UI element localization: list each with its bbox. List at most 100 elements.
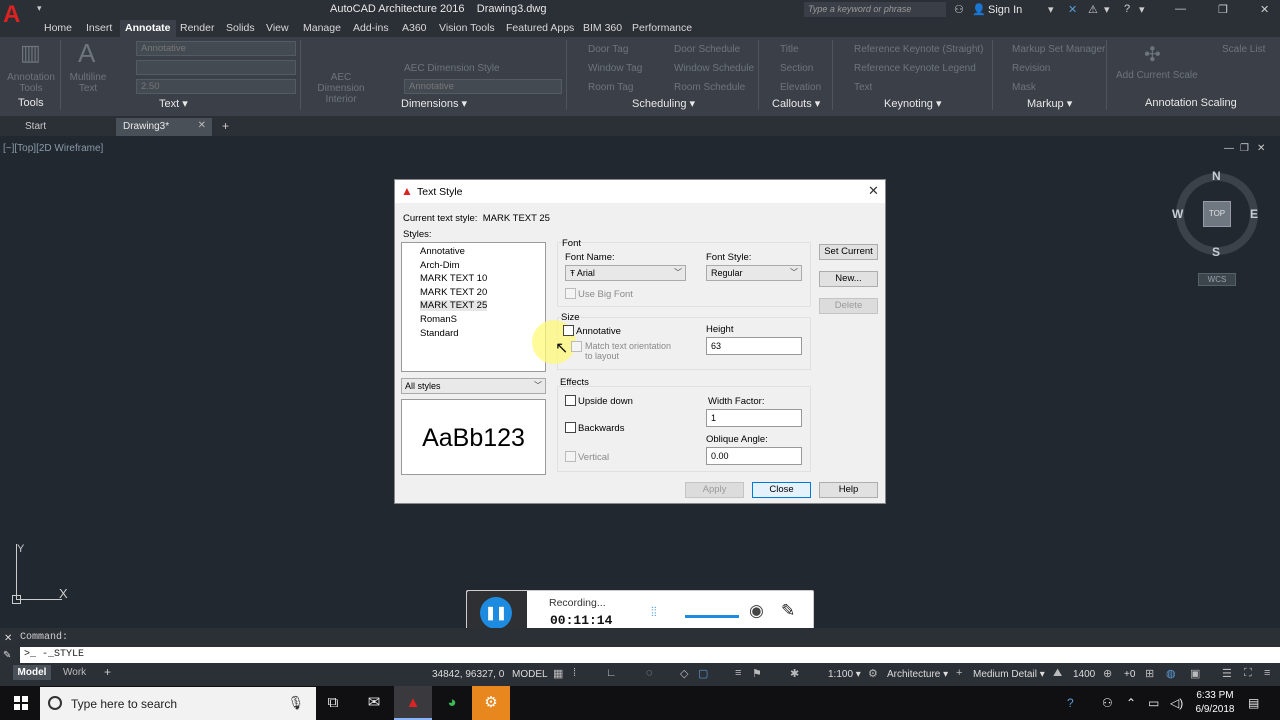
tab-render[interactable]: Render bbox=[180, 22, 214, 34]
upside-down-checkbox[interactable] bbox=[565, 395, 576, 406]
list-item[interactable]: Standard bbox=[420, 328, 459, 339]
snap-icon[interactable]: ⁞ bbox=[573, 667, 576, 679]
annotation-visibility-icon[interactable]: ✱ bbox=[790, 667, 799, 680]
transparency-icon[interactable]: ⚑ bbox=[752, 667, 762, 680]
apply-button[interactable]: Apply bbox=[685, 482, 744, 498]
width-factor-input[interactable]: 1 bbox=[706, 409, 802, 427]
tab-performance[interactable]: Performance bbox=[632, 22, 692, 34]
plus-icon[interactable]: + bbox=[956, 667, 962, 679]
maximize-icon[interactable]: ❐ bbox=[1218, 3, 1228, 16]
chrome-icon[interactable]: ◕ bbox=[433, 686, 471, 720]
a360-icon[interactable]: ⚠ bbox=[1088, 3, 1098, 16]
tab-insert[interactable]: Insert bbox=[86, 22, 112, 34]
model-space-button[interactable]: MODEL bbox=[512, 669, 548, 680]
volume-slider[interactable] bbox=[685, 615, 739, 618]
settings-icon[interactable]: ⚙ bbox=[472, 686, 510, 720]
tab-a360[interactable]: A360 bbox=[402, 22, 427, 34]
tab-solids[interactable]: Solids bbox=[226, 22, 255, 34]
exchange-icon[interactable]: ✕ bbox=[1068, 3, 1077, 16]
door-schedule-button[interactable]: Door Schedule bbox=[674, 44, 740, 55]
application-menu-button[interactable]: A bbox=[0, 0, 30, 37]
dimension-style-select[interactable]: Annotative bbox=[404, 79, 562, 94]
taskbar-search[interactable]: Type here to search 🎙 bbox=[40, 687, 316, 720]
minimize-icon[interactable]: — bbox=[1175, 3, 1186, 15]
close-command-icon[interactable]: ✕ bbox=[4, 633, 12, 644]
annotation-scale-select[interactable]: 1:100 ▾ bbox=[828, 669, 861, 680]
binoculars-icon[interactable]: ⚇ bbox=[954, 3, 964, 16]
help-icon[interactable]: ? bbox=[1124, 3, 1130, 15]
list-item-selected[interactable]: MARK TEXT 25 bbox=[420, 300, 488, 311]
task-view-icon[interactable]: ⧉ bbox=[314, 686, 352, 720]
compass-east[interactable]: E bbox=[1250, 207, 1258, 221]
font-name-select[interactable]: Ŧ Arial ﹀ bbox=[565, 265, 686, 281]
revision-button[interactable]: Revision bbox=[1012, 63, 1050, 74]
window-tag-button[interactable]: Window Tag bbox=[588, 63, 642, 74]
sign-in-button[interactable]: Sign In bbox=[988, 4, 1022, 16]
clock[interactable]: 6:33 PM 6/9/2018 bbox=[1193, 689, 1237, 717]
viewport-close-icon[interactable]: ✕ bbox=[1257, 143, 1265, 154]
text-layer-select[interactable] bbox=[136, 60, 296, 75]
help-button[interactable]: Help bbox=[819, 482, 878, 498]
volume-icon[interactable]: ◁) bbox=[1170, 696, 1183, 710]
section-callout-button[interactable]: Section bbox=[780, 63, 813, 74]
oblique-angle-input[interactable]: 0.00 bbox=[706, 447, 802, 465]
new-tab-button[interactable]: + bbox=[222, 119, 229, 133]
room-schedule-button[interactable]: Room Schedule bbox=[674, 82, 745, 93]
surface-hatch-icon[interactable]: ⊕ bbox=[1103, 667, 1112, 680]
compass-south[interactable]: S bbox=[1212, 245, 1220, 259]
use-big-font-checkbox[interactable] bbox=[565, 288, 576, 299]
dropdown-icon[interactable]: ▾ bbox=[1139, 3, 1145, 16]
gear-icon[interactable]: ⚙ bbox=[868, 667, 878, 680]
door-tag-button[interactable]: Door Tag bbox=[588, 44, 628, 55]
annotation-tools-button[interactable]: Annotation Tools bbox=[6, 72, 56, 94]
aec-dimension-button[interactable]: AEC Dimension Interior bbox=[306, 72, 376, 105]
list-item[interactable]: Annotative bbox=[420, 246, 465, 257]
compass-north[interactable]: N bbox=[1212, 169, 1221, 183]
wcs-menu[interactable]: WCS bbox=[1198, 273, 1236, 286]
room-tag-button[interactable]: Room Tag bbox=[588, 82, 633, 93]
annotative-checkbox[interactable] bbox=[563, 325, 574, 336]
workspace-select[interactable]: Architecture ▾ bbox=[887, 669, 948, 680]
pause-icon[interactable]: ❚❚ bbox=[480, 597, 512, 629]
dialog-close-icon[interactable]: ✕ bbox=[868, 183, 879, 199]
add-current-scale-button[interactable]: Add Current Scale bbox=[1116, 70, 1198, 81]
tab-model[interactable]: Model bbox=[13, 665, 51, 680]
isodraft-icon[interactable]: ◇ bbox=[680, 667, 688, 680]
multiline-text-button[interactable]: Multiline Text bbox=[66, 72, 110, 94]
grid-icon[interactable]: ▦ bbox=[553, 667, 563, 680]
mail-icon[interactable]: ✉ bbox=[355, 686, 393, 720]
tab-work[interactable]: Work bbox=[63, 667, 86, 678]
network-icon[interactable]: ▭ bbox=[1148, 696, 1159, 710]
tab-annotate[interactable]: Annotate bbox=[120, 20, 176, 37]
help-tray-icon[interactable]: ? bbox=[1067, 696, 1074, 710]
close-button[interactable]: Close bbox=[752, 482, 811, 498]
lineweight-icon[interactable]: ≡ bbox=[735, 667, 741, 679]
list-item[interactable]: MARK TEXT 20 bbox=[420, 287, 487, 298]
text-height-input[interactable]: 2.50 bbox=[136, 79, 296, 94]
markup-set-manager-button[interactable]: Markup Set Manager bbox=[1012, 44, 1105, 55]
elevation-callout-button[interactable]: Elevation bbox=[780, 82, 821, 93]
tab-manage[interactable]: Manage bbox=[303, 22, 341, 34]
tab-featured-apps[interactable]: Featured Apps bbox=[506, 22, 574, 34]
tab-bim360[interactable]: BIM 360 bbox=[583, 22, 622, 34]
match-orientation-checkbox[interactable] bbox=[571, 341, 582, 352]
isolate-icon[interactable]: ◍ bbox=[1166, 667, 1176, 680]
tab-vision-tools[interactable]: Vision Tools bbox=[439, 22, 495, 34]
elevation-offset[interactable]: +0 bbox=[1124, 669, 1135, 680]
close-icon[interactable]: ✕ bbox=[1260, 3, 1269, 16]
height-input[interactable]: 63 bbox=[706, 337, 802, 355]
mask-button[interactable]: Mask bbox=[1012, 82, 1036, 93]
dropdown-icon[interactable]: ▾ bbox=[1104, 3, 1110, 16]
add-layout-button[interactable]: + bbox=[104, 665, 111, 679]
list-item[interactable]: MARK TEXT 10 bbox=[420, 273, 487, 284]
text-style-select[interactable]: Annotative bbox=[136, 41, 296, 56]
delete-style-button[interactable]: Delete bbox=[819, 298, 878, 314]
font-style-select[interactable]: Regular ﹀ bbox=[706, 265, 802, 281]
clean-screen-icon[interactable]: ⊞ bbox=[1145, 667, 1154, 680]
windows-start-icon[interactable] bbox=[14, 696, 28, 710]
close-tab-icon[interactable]: ✕ bbox=[198, 120, 206, 131]
viewport-minimize-icon[interactable]: — bbox=[1224, 143, 1234, 154]
polar-icon[interactable]: ◌ bbox=[646, 667, 653, 679]
keynote-text-button[interactable]: Text bbox=[854, 82, 872, 93]
properties-icon[interactable]: ☰ bbox=[1222, 667, 1232, 680]
